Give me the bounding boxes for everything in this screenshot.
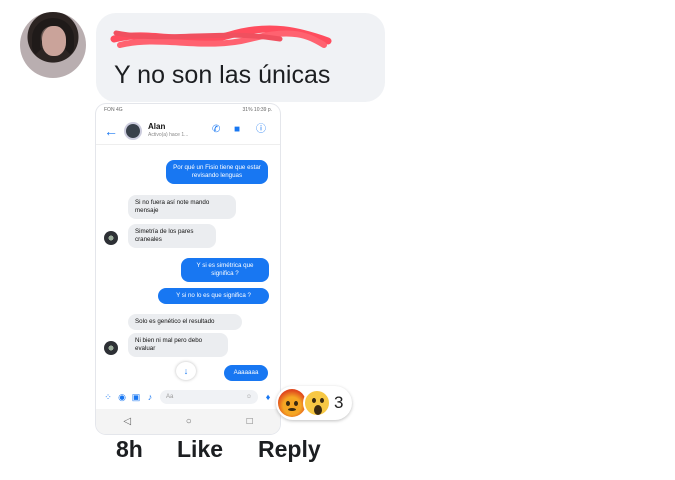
thumbs-up-icon: ♦ <box>265 392 271 402</box>
messenger-screenshot[interactable]: FON 4G 31% 10:39 p. ← Alan Activo(a) hac… <box>96 104 280 434</box>
angry-reaction-icon <box>278 389 306 417</box>
redaction-scribble <box>110 25 332 48</box>
commenter-avatar[interactable] <box>20 12 86 78</box>
message-placeholder: Aa <box>166 394 174 400</box>
nav-home-icon: ○ <box>185 416 192 427</box>
nav-recents-icon: □ <box>246 416 253 427</box>
message-bubble: Por qué un Fisio tiene que estar revisan… <box>166 160 268 184</box>
status-right: 31% 10:39 p. <box>242 107 272 113</box>
contact-mini-avatar <box>104 341 118 355</box>
contact-status: Activo(a) hace 1... <box>148 132 189 138</box>
comment-timestamp[interactable]: 8h <box>116 436 143 463</box>
message-composer: ⁘ ◉ ▣ ♪ Aa ☺ ♦ <box>96 387 280 407</box>
wow-reaction-icon <box>303 389 331 417</box>
info-icon: ⓘ <box>256 124 266 135</box>
back-arrow-icon: ← <box>104 123 118 139</box>
reply-button[interactable]: Reply <box>258 436 321 463</box>
camera-icon: ◉ <box>118 391 126 402</box>
message-bubble: Si no fuera así note mando mensaje <box>128 195 236 219</box>
reaction-count: 3 <box>334 393 344 412</box>
android-nav-bar: ◁ ○ □ <box>96 409 280 434</box>
chat-header: ← Alan Activo(a) hace 1... ✆ ■ ⓘ <box>96 117 280 145</box>
nav-back-icon: ◁ <box>123 416 132 427</box>
status-bar: FON 4G 31% 10:39 p. <box>96 104 280 117</box>
message-bubble: Y si no lo es que significa ? <box>158 288 269 304</box>
contact-avatar <box>124 122 142 140</box>
reactions-summary[interactable]: 3 <box>276 386 352 420</box>
comment-bubble: Y no son las únicas <box>96 13 385 102</box>
message-input: Aa ☺ <box>160 390 258 404</box>
message-bubble: Ni bien ni mal pero debo evaluar <box>128 333 228 357</box>
message-bubble: Simetría de los pares craneales <box>128 224 216 248</box>
contact-name: Alan <box>148 122 166 131</box>
microphone-icon: ♪ <box>147 392 153 402</box>
scroll-down-icon: ↓ <box>176 362 196 380</box>
comment-text: Y no son las únicas <box>114 61 331 89</box>
menu-grid-icon: ⁘ <box>104 391 112 402</box>
status-left: FON 4G <box>104 107 123 113</box>
contact-mini-avatar <box>104 231 118 245</box>
message-bubble: Solo es genético el resultado <box>128 314 242 330</box>
like-button[interactable]: Like <box>177 436 223 463</box>
message-bubble: Aaaaaaa <box>224 365 268 381</box>
gallery-icon: ▣ <box>131 391 141 402</box>
phone-icon: ✆ <box>212 124 221 135</box>
message-bubble: Y si es simétrica que significa ? <box>181 258 269 282</box>
video-icon: ■ <box>234 124 241 135</box>
emoji-icon: ☺ <box>245 394 252 400</box>
